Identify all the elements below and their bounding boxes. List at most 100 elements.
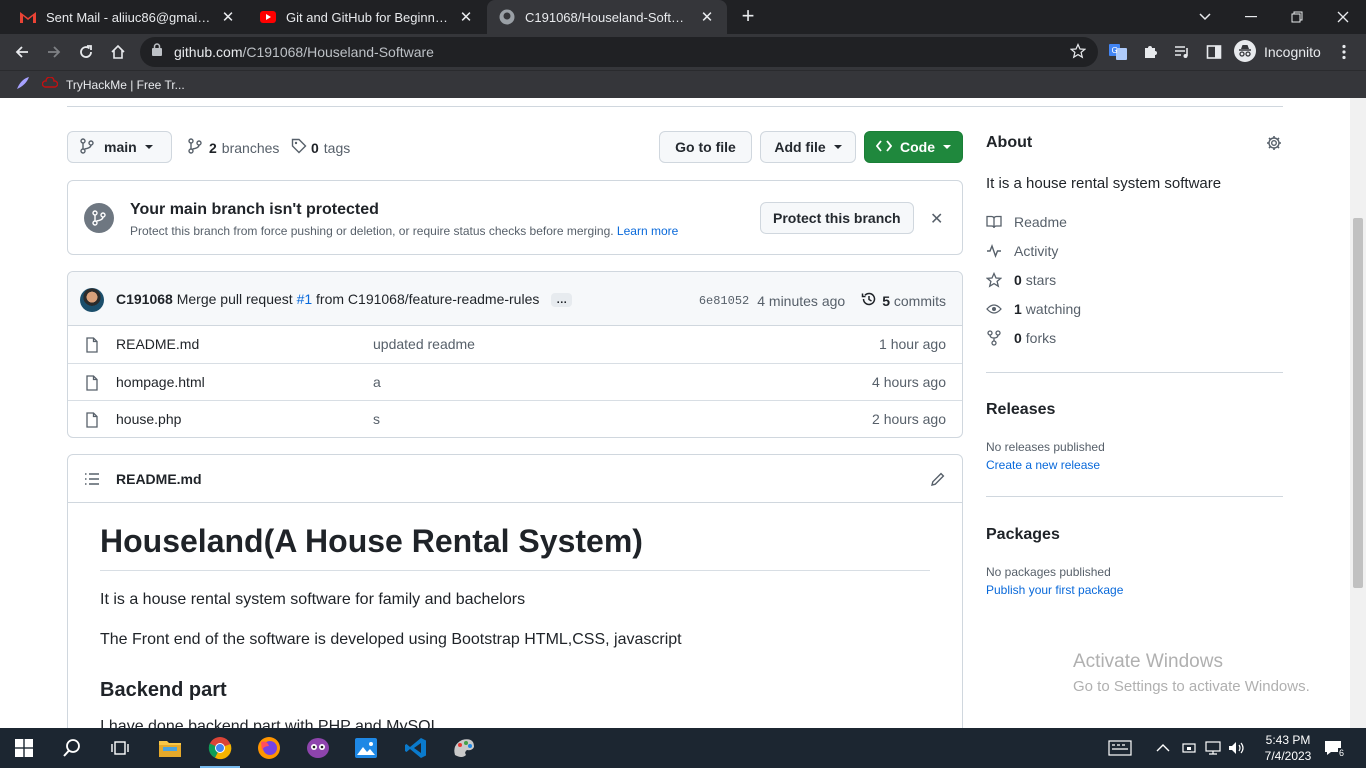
branch-selector-button[interactable]: main <box>67 131 172 163</box>
tab-search-icon[interactable] <box>1182 0 1228 34</box>
side-panel-icon[interactable] <box>1200 38 1228 66</box>
git-branch-icon <box>188 138 202 157</box>
new-tab-button[interactable]: + <box>736 4 760 28</box>
tab-youtube[interactable]: Git and GitHub for Beginners - Cr ✕ <box>248 0 486 34</box>
input-indicator-icon[interactable] <box>1108 728 1132 768</box>
search-icon[interactable] <box>48 728 96 768</box>
close-icon[interactable]: ✕ <box>930 209 943 229</box>
chevron-down-icon <box>943 145 951 149</box>
commit-message: C191068 Merge pull request #1 from C1910… <box>116 291 573 308</box>
pull-request-link[interactable]: #1 <box>297 291 313 307</box>
commits-link[interactable]: 5 commits <box>861 291 946 310</box>
readme-link[interactable]: Readme <box>986 214 1067 230</box>
file-commit-message[interactable]: a <box>373 374 381 390</box>
readme-paragraph: I have done backend part with PHP and My… <box>100 718 440 728</box>
chevron-down-icon <box>833 145 842 149</box>
restore-button[interactable] <box>1274 0 1320 34</box>
protect-description: Protect this branch from force pushing o… <box>130 224 679 238</box>
close-tab-icon[interactable]: ✕ <box>458 8 474 26</box>
network-icon[interactable] <box>1204 728 1222 768</box>
list-icon[interactable] <box>84 472 100 491</box>
firefox-icon[interactable] <box>245 728 293 768</box>
history-icon <box>861 291 877 310</box>
close-tab-icon[interactable]: ✕ <box>220 8 236 26</box>
expand-commit-button[interactable]: … <box>551 293 573 308</box>
commit-author[interactable]: C191068 <box>116 291 173 307</box>
minimize-button[interactable] <box>1228 0 1274 34</box>
photos-icon[interactable] <box>342 728 390 768</box>
gear-icon[interactable] <box>1266 135 1282 156</box>
chrome-menu-icon[interactable] <box>1330 38 1358 66</box>
activity-link[interactable]: Activity <box>986 243 1058 259</box>
task-view-icon[interactable] <box>96 728 144 768</box>
file-name-link[interactable]: house.php <box>116 411 181 427</box>
divider <box>67 106 1283 107</box>
file-commit-message[interactable]: s <box>373 411 380 427</box>
readme-subheading: Backend part <box>100 679 227 701</box>
media-app-icon[interactable] <box>294 728 342 768</box>
incognito-profile[interactable]: Incognito <box>1234 38 1321 66</box>
protect-branch-button[interactable]: Protect this branch <box>760 202 914 234</box>
scrollbar-thumb[interactable] <box>1353 218 1363 588</box>
eye-icon <box>986 303 1002 315</box>
tab-gmail[interactable]: Sent Mail - aliiuc86@gmail.com - ✕ <box>8 0 248 34</box>
close-window-button[interactable] <box>1320 0 1366 34</box>
stars-link[interactable]: 0 stars <box>986 272 1056 288</box>
git-branch-icon <box>84 203 114 233</box>
file-commit-message[interactable]: updated readme <box>373 336 475 352</box>
file-explorer-icon[interactable] <box>146 728 194 768</box>
gmail-icon <box>20 9 36 25</box>
table-row[interactable]: hompage.html a 4 hours ago <box>68 363 962 400</box>
home-button[interactable] <box>104 38 132 66</box>
extensions-icon[interactable] <box>1136 38 1164 66</box>
latest-commit-bar: C191068 Merge pull request #1 from C1910… <box>68 272 962 326</box>
table-row[interactable]: house.php s 2 hours ago <box>68 400 962 437</box>
back-button[interactable] <box>8 38 36 66</box>
tag-icon <box>291 138 307 157</box>
code-button[interactable]: Code <box>864 131 963 163</box>
packages-heading[interactable]: Packages <box>986 526 1060 544</box>
file-name-link[interactable]: README.md <box>116 336 199 352</box>
forward-button[interactable] <box>40 38 68 66</box>
tab-github[interactable]: C191068/Houseland-Software: It ✕ <box>487 0 727 34</box>
paint-icon[interactable] <box>440 728 488 768</box>
chrome-taskbar-icon[interactable] <box>196 728 244 768</box>
close-tab-icon[interactable]: ✕ <box>699 8 715 26</box>
address-bar[interactable]: github.com/C191068/Houseland-Software <box>140 37 1098 67</box>
readme-header: README.md <box>68 455 962 503</box>
readme-paragraph: It is a house rental system software for… <box>100 591 526 608</box>
bookmark-tryhackme[interactable]: TryHackMe | Free Tr... <box>41 76 185 92</box>
edit-pencil-icon[interactable] <box>930 471 946 492</box>
forks-link[interactable]: 0 forks <box>986 330 1056 346</box>
browser-tab-bar: Sent Mail - aliiuc86@gmail.com - ✕ Git a… <box>0 0 1366 34</box>
chevron-up-icon[interactable] <box>1156 728 1170 768</box>
bookmark-star-icon[interactable] <box>1069 43 1087 64</box>
watchers-link[interactable]: 1 watching <box>986 301 1081 317</box>
translate-icon[interactable]: G <box>1104 38 1132 66</box>
vscode-icon[interactable] <box>392 728 440 768</box>
learn-more-link[interactable]: Learn more <box>617 224 678 238</box>
start-button[interactable] <box>0 728 48 768</box>
book-icon <box>986 215 1002 229</box>
readme-title[interactable]: README.md <box>116 471 202 487</box>
tags-link[interactable]: 0 tags <box>291 138 350 157</box>
branches-link[interactable]: 2 branches <box>188 138 279 157</box>
volume-icon[interactable] <box>1228 728 1246 768</box>
notifications-icon[interactable]: 6 <box>1324 728 1346 768</box>
page-scrollbar[interactable] <box>1350 98 1366 728</box>
browser-toolbar: github.com/C191068/Houseland-Software G … <box>0 34 1366 70</box>
table-row[interactable]: README.md updated readme 1 hour ago <box>68 326 962 363</box>
create-release-link[interactable]: Create a new release <box>986 458 1100 472</box>
avatar[interactable] <box>80 288 104 312</box>
media-control-icon[interactable] <box>1168 38 1196 66</box>
device-icon[interactable] <box>1182 728 1196 768</box>
go-to-file-button[interactable]: Go to file <box>659 131 752 163</box>
publish-package-link[interactable]: Publish your first package <box>986 583 1123 597</box>
file-name-link[interactable]: hompage.html <box>116 374 205 390</box>
reload-button[interactable] <box>72 38 100 66</box>
add-file-button[interactable]: Add file <box>760 131 856 163</box>
activate-windows-watermark: Activate Windows Go to Settings to activ… <box>1073 651 1310 695</box>
releases-heading[interactable]: Releases <box>986 401 1055 419</box>
commit-sha[interactable]: 6e81052 <box>699 294 749 308</box>
taskbar-clock[interactable]: 5:43 PM 7/4/2023 <box>1256 732 1320 764</box>
